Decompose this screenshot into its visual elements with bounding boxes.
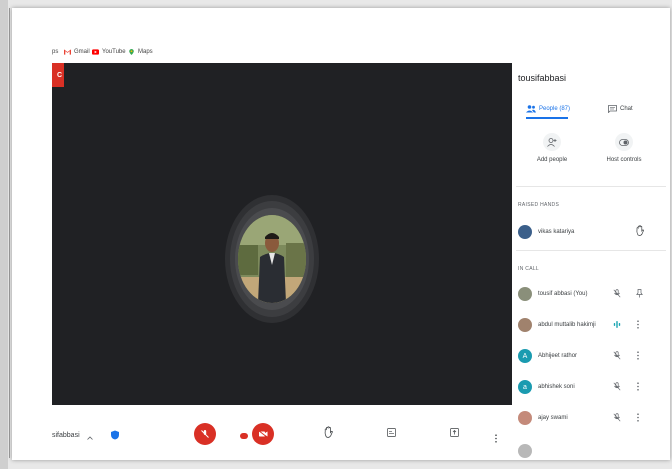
people-icon xyxy=(526,105,536,113)
in-call-header: IN CALL xyxy=(518,266,539,272)
gmail-icon xyxy=(64,49,71,55)
participant-avatar xyxy=(238,215,306,303)
panel-title: tousifabbasi xyxy=(518,73,567,83)
mic-off-icon xyxy=(613,382,621,391)
mic-off-icon xyxy=(613,351,621,360)
bookmarks-bar: ps Gmail YouTube Maps xyxy=(12,44,670,60)
add-person-icon xyxy=(547,137,557,147)
host-controls-circle xyxy=(615,133,633,151)
mic-off-icon xyxy=(613,289,621,298)
more-vert-icon[interactable] xyxy=(636,382,640,391)
tab-chat[interactable]: Chat xyxy=(608,105,633,113)
hand-icon[interactable] xyxy=(636,225,644,236)
audio-active-icon xyxy=(613,321,621,328)
tab-people-label: People (87) xyxy=(539,106,571,112)
bookmark-gmail-label: Gmail xyxy=(74,49,90,55)
browser-window: ps Gmail YouTube Maps C tousifabbasi Peo… xyxy=(12,8,670,460)
add-people-label: Add people xyxy=(536,157,568,163)
participant-name: Abhijeet rathor xyxy=(538,353,578,359)
avatar xyxy=(518,411,532,425)
participant-row-partial[interactable] xyxy=(518,440,666,458)
camera-off-icon xyxy=(258,430,268,438)
avatar-photo xyxy=(238,215,306,303)
divider xyxy=(516,186,666,187)
youtube-icon xyxy=(92,49,99,55)
avatar xyxy=(518,318,532,332)
more-options-icon[interactable] xyxy=(494,434,498,443)
left-divider xyxy=(9,8,10,458)
toggle-icon xyxy=(619,138,629,146)
screenshot-frame: ps Gmail YouTube Maps C tousifabbasi Peo… xyxy=(0,0,672,469)
tab-people[interactable]: People (87) xyxy=(526,105,570,113)
raise-hand-icon[interactable] xyxy=(324,426,333,438)
captions-icon[interactable] xyxy=(387,428,396,437)
participant-row[interactable]: A Abhijeet rathor xyxy=(518,347,666,365)
meeting-details-label[interactable]: sifabbasi xyxy=(52,432,80,439)
recording-badge: C xyxy=(52,63,64,87)
avatar xyxy=(518,225,532,239)
tab-chat-label: Chat xyxy=(620,106,633,112)
bookmark-apps[interactable]: ps xyxy=(52,49,58,55)
participant-row[interactable]: abdul muttalib hakimji xyxy=(518,316,666,334)
participant-row[interactable]: a abhishek soni xyxy=(518,378,666,396)
participant-row[interactable]: tousif abbasi (You) xyxy=(518,285,666,303)
avatar xyxy=(518,287,532,301)
more-vert-icon[interactable] xyxy=(636,351,640,360)
add-people-button[interactable]: Add people xyxy=(530,133,574,163)
maps-icon xyxy=(129,49,134,55)
bookmark-gmail[interactable]: Gmail xyxy=(64,49,90,55)
add-people-circle xyxy=(543,133,561,151)
participant-name: abdul muttalib hakimji xyxy=(538,322,596,328)
pin-icon[interactable] xyxy=(636,289,643,298)
mic-off-icon xyxy=(613,413,621,422)
chevron-up-icon[interactable] xyxy=(87,436,93,440)
host-controls-button[interactable]: Host controls xyxy=(600,133,648,163)
camera-toggle-button[interactable] xyxy=(252,423,274,445)
avatar: a xyxy=(518,380,532,394)
participant-name: vikas katariya xyxy=(538,229,575,235)
more-vert-icon[interactable] xyxy=(636,320,640,329)
mic-off-icon xyxy=(201,430,209,438)
raised-hands-header: RAISED HANDS xyxy=(518,202,560,208)
shield-icon[interactable] xyxy=(110,430,120,440)
bookmark-maps[interactable]: Maps xyxy=(128,49,153,55)
left-border xyxy=(0,0,8,469)
present-screen-icon[interactable] xyxy=(450,428,459,437)
participant-row[interactable]: ajay swami xyxy=(518,409,666,427)
avatar: A xyxy=(518,349,532,363)
raised-hand-item[interactable]: vikas katariya xyxy=(518,223,666,241)
participant-name: abhishek soni xyxy=(538,384,575,390)
hang-up-button[interactable] xyxy=(240,433,248,439)
bookmark-youtube[interactable]: YouTube xyxy=(92,49,126,55)
call-controls-bar: sifabbasi xyxy=(12,408,512,460)
divider xyxy=(516,250,666,251)
people-panel: tousifabbasi People (87) Chat Add people… xyxy=(512,63,670,460)
avatar xyxy=(518,444,532,458)
bookmark-maps-label: Maps xyxy=(138,49,153,55)
participant-name: ajay swami xyxy=(538,415,568,421)
chat-icon xyxy=(608,105,617,113)
mic-toggle-button[interactable] xyxy=(194,423,216,445)
bookmark-youtube-label: YouTube xyxy=(102,49,126,55)
bookmark-apps-label: ps xyxy=(52,49,59,55)
more-vert-icon[interactable] xyxy=(636,413,640,422)
participant-name: tousif abbasi (You) xyxy=(538,291,588,297)
active-tab-indicator xyxy=(526,117,568,119)
host-controls-label: Host controls xyxy=(606,157,642,163)
